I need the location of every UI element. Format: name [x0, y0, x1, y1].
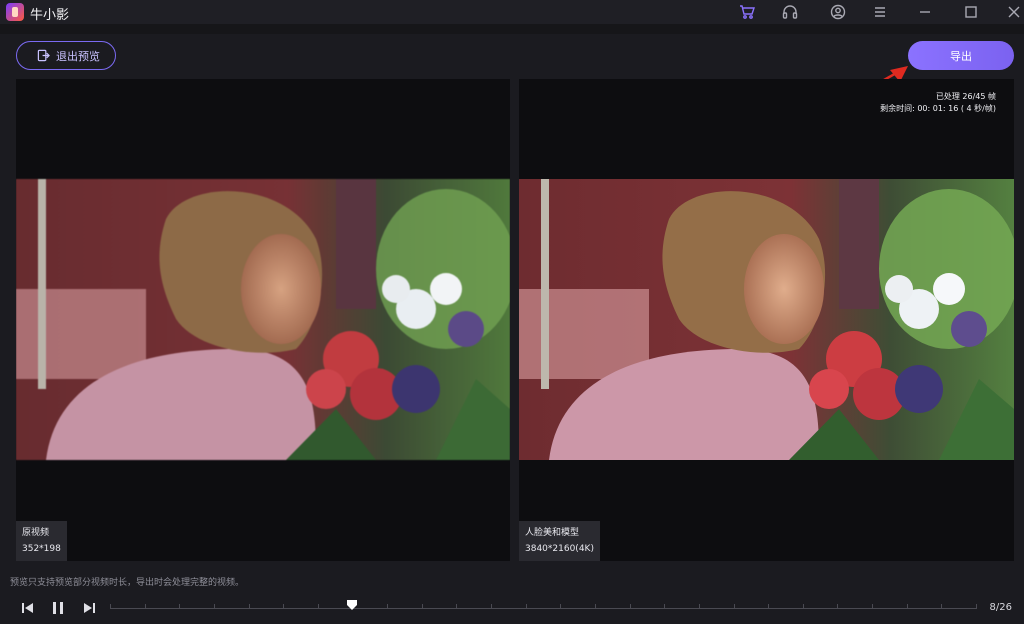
- timeline-tick: [526, 604, 527, 609]
- timeline-tick: [249, 604, 250, 609]
- timeline-tick: [387, 604, 388, 609]
- timeline-tick: [630, 604, 631, 609]
- user-icon[interactable]: [828, 2, 848, 22]
- frame-counter: 8/26: [989, 602, 1012, 613]
- timeline-tick: [699, 604, 700, 609]
- original-video-pane: 原视频 352*198: [16, 79, 510, 561]
- pane-divider: [510, 79, 519, 561]
- timeline-tick: [941, 604, 942, 609]
- enhanced-video-frame: [519, 179, 1014, 460]
- timeline-thumb[interactable]: [346, 599, 358, 611]
- enhanced-video-pane: 已处理 26/45 帧 剩余时间: 00: 01: 16 ( 4 秒/帧) 人脸…: [519, 79, 1014, 561]
- original-video-title: 原视频: [22, 528, 50, 538]
- timeline-tick: [803, 604, 804, 609]
- step-back-icon: [22, 603, 33, 613]
- step-forward-icon: [84, 603, 95, 613]
- title-bar: 牛小影: [0, 0, 1024, 24]
- pause-icon: [53, 602, 63, 614]
- timeline-track[interactable]: [110, 608, 976, 609]
- previous-frame-button[interactable]: [18, 598, 38, 618]
- timeline-tick: [179, 604, 180, 609]
- timeline-tick: [491, 604, 492, 609]
- timeline-tick: [560, 604, 561, 609]
- export-progress: 已处理 26/45 帧 剩余时间: 00: 01: 16 ( 4 秒/帧): [880, 91, 996, 115]
- exit-icon: [37, 49, 50, 62]
- timeline-tick: [872, 604, 873, 609]
- enhanced-video-resolution: 3840*2160(4K): [525, 544, 594, 554]
- playback-controls: 8/26: [0, 596, 1024, 620]
- timeline-tick: [318, 604, 319, 609]
- maximize-icon[interactable]: [961, 2, 981, 22]
- timeline-tick: [422, 604, 423, 609]
- headset-icon[interactable]: [780, 2, 800, 22]
- timeline-tick: [734, 604, 735, 609]
- exit-preview-label: 退出预览: [56, 49, 100, 63]
- enhanced-video-title: 人脸美和模型: [525, 528, 580, 538]
- remaining-time-text: 剩余时间: 00: 01: 16 ( 4 秒/帧): [880, 104, 996, 113]
- pause-button[interactable]: [48, 598, 68, 618]
- menu-icon[interactable]: [870, 2, 890, 22]
- timeline-tick: [768, 604, 769, 609]
- original-video-frame: [16, 179, 510, 460]
- timeline-tick: [283, 604, 284, 609]
- timeline-tick: [456, 604, 457, 609]
- cart-icon[interactable]: [737, 2, 757, 22]
- enhanced-video-label: 人脸美和模型 3840*2160(4K): [519, 521, 600, 561]
- processed-frames-text: 已处理 26/45 帧: [935, 92, 996, 101]
- original-video-label: 原视频 352*198: [16, 521, 67, 561]
- next-frame-button[interactable]: [79, 598, 99, 618]
- timeline-tick: [907, 604, 908, 609]
- timeline-tick: [110, 604, 111, 609]
- header-spacer: [0, 24, 1024, 34]
- timeline-tick: [976, 604, 977, 609]
- close-icon[interactable]: [1004, 2, 1024, 22]
- timeline-tick: [595, 604, 596, 609]
- export-button[interactable]: 导出: [908, 41, 1014, 70]
- preview-notice: 预览只支持预览部分视频时长，导出时会处理完整的视频。: [10, 578, 245, 588]
- timeline-tick: [214, 604, 215, 609]
- minimize-icon[interactable]: [915, 2, 935, 22]
- exit-preview-button[interactable]: 退出预览: [16, 41, 116, 70]
- timeline-tick: [664, 604, 665, 609]
- original-video-resolution: 352*198: [22, 544, 61, 554]
- timeline-tick: [837, 604, 838, 609]
- app-title: 牛小影: [30, 8, 70, 23]
- app-logo: [6, 3, 24, 21]
- timeline-tick: [145, 604, 146, 609]
